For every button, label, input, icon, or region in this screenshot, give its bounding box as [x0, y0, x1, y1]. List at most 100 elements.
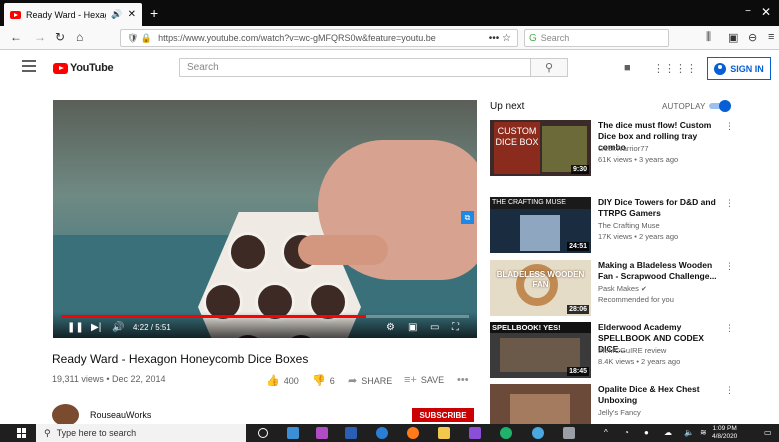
channel-avatar[interactable] — [52, 404, 79, 426]
more-vertical-icon[interactable]: ⋮ — [725, 323, 734, 334]
word-icon[interactable] — [345, 427, 357, 439]
list-item[interactable]: SPELLBOOK! YES! 18:45 Elderwood Academy … — [490, 322, 740, 380]
theater-mode-icon[interactable]: ▭ — [430, 322, 439, 333]
progress-bar-fill — [61, 315, 366, 318]
tray-wifi-icon[interactable]: ≋ — [700, 428, 707, 437]
window-minimize-button[interactable]: − — [745, 6, 751, 17]
app-icon[interactable] — [469, 427, 481, 439]
firefox-icon[interactable] — [407, 427, 419, 439]
edge-icon[interactable] — [376, 427, 388, 439]
list-item[interactable]: BLADELESS WOODEN FAN 28:06 Making a Blad… — [490, 260, 740, 318]
save-button[interactable]: ≡+ SAVE — [404, 374, 444, 386]
tray-app-icon[interactable]: ● — [644, 428, 649, 437]
file-explorer-icon[interactable] — [438, 427, 450, 439]
miniplayer-icon[interactable]: ▣ — [408, 322, 417, 333]
url-text[interactable]: https://www.youtube.com/watch?v=wc-gMFQR… — [152, 33, 489, 43]
tab-close-icon[interactable]: ✕ — [128, 9, 136, 20]
app-icon[interactable] — [563, 427, 575, 439]
more-vertical-icon[interactable]: ⋮ — [725, 121, 734, 132]
notifications-icon[interactable]: ▭ — [764, 428, 772, 437]
duration-badge: 18:45 — [567, 367, 589, 376]
tray-network-icon[interactable]: ◔ — [624, 428, 629, 437]
video-views-date: 19,311 views • Dec 22, 2014 — [52, 374, 166, 384]
pause-icon[interactable]: ❚❚ — [67, 322, 84, 333]
share-button[interactable]: ➦ SHARE — [348, 374, 392, 387]
next-icon[interactable]: ▶| — [91, 322, 101, 333]
rec-channel[interactable]: theMCGuIRE review — [598, 346, 666, 355]
lock-icon[interactable]: 🛡 🔒 — [121, 33, 152, 44]
create-video-icon[interactable]: ■ — [624, 62, 631, 74]
taskbar-search-input[interactable]: ⚲ Type here to search — [36, 424, 246, 442]
account-icon[interactable]: ⊖ — [748, 31, 757, 44]
settings-more-icon[interactable]: ⋮ — [686, 62, 697, 75]
rec-channel[interactable]: GeekWarrior77 — [598, 144, 649, 153]
back-icon[interactable]: ← — [10, 30, 22, 44]
browser-tab[interactable]: Ready Ward - Hexagon Hon 🔊 ✕ — [4, 3, 142, 26]
app-icon[interactable] — [316, 427, 328, 439]
sign-in-button[interactable]: SIGN IN — [707, 57, 771, 80]
autoplay-toggle[interactable] — [709, 100, 731, 112]
settings-gear-icon[interactable]: ⚙ — [386, 322, 395, 333]
info-card-icon[interactable]: ⧉ — [461, 211, 474, 224]
browser-search-box[interactable]: G Search — [524, 29, 669, 47]
rec-title[interactable]: Opalite Dice & Hex Chest Unboxing — [598, 384, 723, 406]
account-avatar-icon — [714, 62, 727, 75]
search-icon: ⚲ — [44, 427, 51, 438]
video-thumbnail[interactable] — [490, 384, 591, 424]
tab-title: Ready Ward - Hexagon Hon — [26, 9, 106, 20]
more-vertical-icon[interactable]: ⋮ — [725, 385, 734, 396]
url-bar[interactable]: 🛡 🔒 https://www.youtube.com/watch?v=wc-g… — [120, 29, 518, 47]
tray-chevron-icon[interactable]: ^ — [604, 428, 608, 437]
apps-grid-icon[interactable]: ⋮⋮⋮ — [653, 62, 686, 75]
fullscreen-icon[interactable]: ⛶ — [452, 322, 459, 333]
app-icon[interactable] — [532, 427, 544, 439]
youtube-search-button[interactable]: ⚲ — [531, 58, 568, 77]
subscribe-button[interactable]: SUBSCRIBE — [412, 408, 474, 422]
window-close-button[interactable]: ✕ — [761, 5, 771, 19]
cortana-icon[interactable] — [258, 428, 268, 438]
speaker-icon[interactable]: 🔊 — [111, 9, 122, 20]
new-tab-button[interactable]: + — [150, 5, 158, 21]
hamburger-menu-icon[interactable]: ≡ — [768, 31, 774, 43]
video-thumbnail[interactable]: SPELLBOOK! YES! 18:45 — [490, 322, 591, 378]
windows-start-icon[interactable] — [17, 428, 27, 438]
app-icon[interactable] — [500, 427, 512, 439]
forward-icon[interactable]: → — [34, 30, 46, 44]
library-icon[interactable]: ⫼ — [706, 31, 711, 44]
video-thumbnail[interactable]: BLADELESS WOODEN FAN 28:06 — [490, 260, 591, 316]
list-item[interactable]: CUSTOM DICE BOX 9:30 The dice must flow!… — [490, 120, 740, 178]
rec-channel[interactable]: The Crafting Muse — [598, 221, 660, 230]
like-button[interactable]: 👍 400 — [266, 374, 299, 387]
channel-name[interactable]: RouseauWorks — [90, 410, 151, 420]
video-thumbnail[interactable]: CUSTOM DICE BOX 9:30 — [490, 120, 591, 176]
guide-menu-icon[interactable] — [22, 60, 36, 72]
list-item[interactable]: Opalite Dice & Hex Chest Unboxing Jelly'… — [490, 384, 740, 424]
rec-channel[interactable]: Jelly's Fancy — [598, 408, 641, 417]
rec-views: 8.4K views • 2 years ago — [598, 357, 681, 366]
rec-channel[interactable]: Pask Makes ✔ — [598, 284, 647, 293]
video-player[interactable]: ⧉ ❚❚ ▶| 🔊 4:22 / 5:51 ⚙ ▣ ▭ ⛶ — [53, 100, 477, 338]
progress-bar[interactable] — [61, 315, 469, 318]
tray-onedrive-icon[interactable]: ☁ — [664, 428, 672, 437]
more-actions-button[interactable]: ••• — [457, 374, 469, 386]
reload-icon[interactable]: ↻ — [55, 30, 65, 44]
youtube-search-input[interactable]: Search — [179, 58, 531, 77]
browser-search-placeholder: Search — [540, 33, 570, 43]
task-view-icon[interactable] — [287, 427, 299, 439]
rec-title[interactable]: Making a Bladeless Wooden Fan - Scrapwoo… — [598, 260, 723, 282]
video-thumbnail[interactable]: THE CRAFTING MUSE 24:51 — [490, 197, 591, 253]
tray-volume-icon[interactable]: 🔈 — [684, 428, 694, 437]
taskbar-clock[interactable]: 1:09 PM 4/8/2020 — [712, 425, 737, 441]
dislike-button[interactable]: 👎 6 — [312, 374, 335, 387]
youtube-play-icon — [53, 62, 68, 74]
more-vertical-icon[interactable]: ⋮ — [725, 261, 734, 272]
youtube-logo[interactable]: YouTube — [53, 62, 114, 74]
list-item[interactable]: THE CRAFTING MUSE 24:51 DIY Dice Towers … — [490, 197, 740, 255]
browser-tab-bar: Ready Ward - Hexagon Hon 🔊 ✕ + − ✕ — [0, 0, 779, 26]
page-actions-icon[interactable]: ••• ☆ — [489, 33, 517, 44]
volume-icon[interactable]: 🔊 — [112, 322, 124, 333]
home-icon[interactable]: ⌂ — [76, 30, 83, 44]
sidebar-icon[interactable]: ▣ — [728, 31, 738, 44]
more-vertical-icon[interactable]: ⋮ — [725, 198, 734, 209]
rec-title[interactable]: DIY Dice Towers for D&D and TTRPG Gamers — [598, 197, 723, 219]
